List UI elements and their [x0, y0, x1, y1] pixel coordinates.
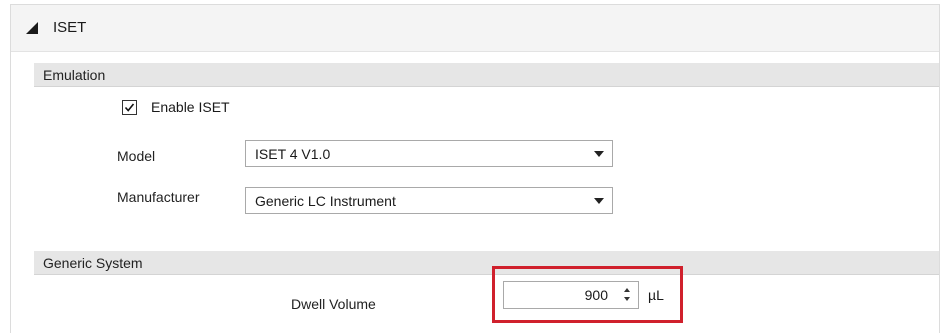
dwell-volume-unit: µL	[648, 287, 664, 303]
enable-iset-label[interactable]: Enable ISET	[151, 99, 230, 115]
chevron-down-icon	[594, 198, 604, 204]
manufacturer-label: Manufacturer	[117, 189, 200, 205]
generic-system-group-label: Generic System	[43, 255, 143, 271]
emulation-group-header: Emulation	[34, 63, 939, 87]
generic-system-group-header: Generic System	[34, 251, 939, 275]
spinner-buttons[interactable]	[622, 287, 632, 303]
spin-down-icon[interactable]	[624, 297, 630, 301]
dwell-volume-input[interactable]: 900	[503, 281, 639, 309]
chevron-down-icon	[594, 151, 604, 157]
model-select-value: ISET 4 V1.0	[255, 146, 331, 162]
manufacturer-select[interactable]: Generic LC Instrument	[245, 187, 613, 214]
section-title: ISET	[53, 19, 87, 36]
section-header[interactable]: ISET	[11, 5, 939, 52]
triangle-collapse-icon[interactable]	[25, 21, 39, 35]
iset-panel: ISET Emulation Enable ISET Model ISET 4 …	[10, 4, 940, 333]
emulation-group-label: Emulation	[43, 67, 106, 83]
dwell-volume-value: 900	[584, 287, 608, 303]
dwell-volume-label: Dwell Volume	[291, 296, 376, 312]
model-label: Model	[117, 148, 156, 164]
enable-iset-checkbox[interactable]	[122, 100, 137, 115]
model-select[interactable]: ISET 4 V1.0	[245, 140, 613, 167]
manufacturer-select-value: Generic LC Instrument	[255, 193, 396, 209]
spin-up-icon[interactable]	[624, 288, 630, 292]
checkmark-icon	[124, 103, 135, 112]
